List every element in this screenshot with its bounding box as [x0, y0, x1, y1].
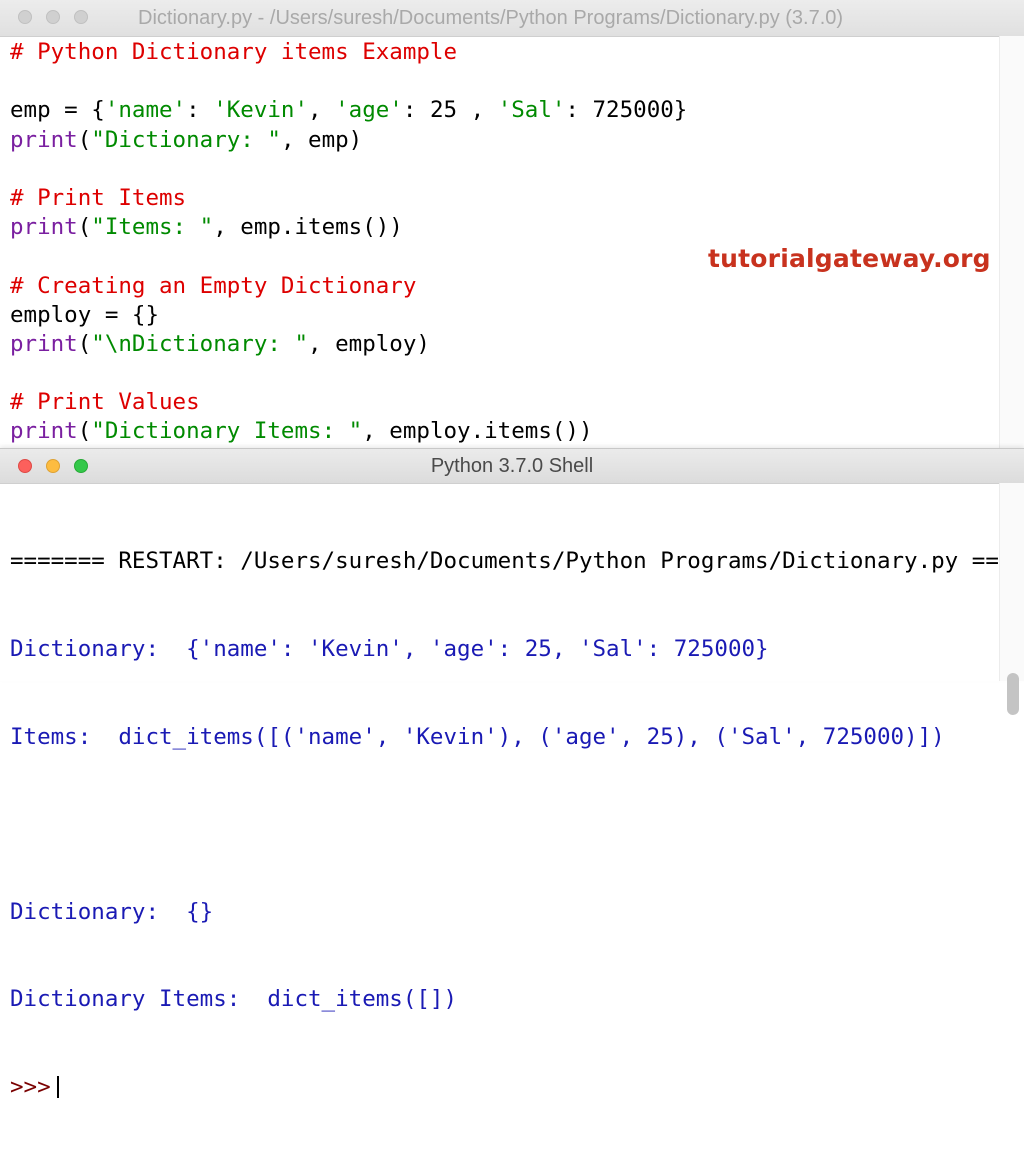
shell-scrollbar[interactable] — [999, 483, 1024, 715]
minimize-window-button[interactable] — [46, 10, 60, 24]
output-line: Dictionary Items: dict_items([]) — [10, 986, 458, 1013]
code-text: , emp.items()) — [213, 214, 403, 241]
code-text: emp = { — [10, 97, 105, 124]
shell-window: Python 3.7.0 Shell ======= RESTART: /Use… — [0, 448, 1024, 1100]
code-comment: # Creating an Empty Dictionary — [10, 272, 417, 299]
code-line: print("\nDictionary: ", employ) — [10, 330, 687, 359]
code-comment: # Print Items — [10, 184, 187, 211]
shell-titlebar: Python 3.7.0 Shell — [0, 449, 1024, 484]
code-keyword: print — [10, 126, 78, 153]
code-text: , employ) — [308, 330, 430, 357]
editor-titlebar: Dictionary.py - /Users/suresh/Documents/… — [0, 0, 1024, 37]
code-line: print("Dictionary Items: ", employ.items… — [10, 417, 687, 446]
code-comment: # Python Dictionary items Example — [10, 39, 458, 65]
code-line: print("Dictionary: ", emp) — [10, 126, 687, 155]
code-string: 'Kevin' — [213, 97, 309, 124]
code-line: # Print Items — [10, 184, 687, 213]
code-text: , employ.items()) — [362, 418, 593, 445]
editor-title: Dictionary.py - /Users/suresh/Documents/… — [138, 7, 844, 29]
output-line: Dictionary: {'name': 'Kevin', 'age': 25,… — [10, 636, 769, 662]
output-line: Dictionary: {} — [10, 898, 214, 925]
output-line: Items: dict_items([('name', 'Kevin'), ('… — [10, 723, 945, 750]
shell-title: Python 3.7.0 Shell — [430, 455, 594, 477]
code-text: : 725000} — [565, 97, 688, 124]
code-text: , emp) — [280, 126, 363, 153]
code-string: "\nDictionary: " — [91, 330, 309, 357]
code-text: ( — [77, 418, 92, 445]
code-string: 'name' — [104, 97, 187, 124]
code-string: 'Sal' — [497, 97, 566, 124]
code-line: # Print Values — [10, 388, 687, 417]
close-window-button[interactable] — [18, 10, 32, 24]
code-keyword: print — [10, 418, 78, 445]
code-text: : — [186, 97, 214, 124]
code-comment: # Print Values — [10, 389, 200, 416]
code-line: print("Items: ", emp.items()) — [10, 213, 687, 242]
zoom-window-button[interactable] — [74, 10, 88, 24]
restart-banner: ======= RESTART: /Users/suresh/Documents… — [10, 548, 1024, 575]
code-text: employ = {} — [10, 301, 160, 328]
code-line: # Python Dictionary items Example — [10, 38, 687, 67]
code-keyword: print — [10, 214, 78, 241]
editor-scrollbar[interactable] — [999, 36, 1024, 448]
shell-prompt: >>> — [10, 1073, 51, 1100]
text-cursor — [56, 1076, 59, 1099]
code-text: ( — [77, 214, 92, 241]
code-line: # Creating an Empty Dictionary — [10, 272, 687, 301]
code-keyword: print — [10, 330, 78, 357]
code-string: "Dictionary: " — [91, 126, 281, 153]
code-string: 'age' — [335, 97, 403, 124]
watermark-logo: tutorialgateway.org — [708, 244, 991, 273]
code-text: , — [308, 97, 336, 124]
code-line: emp = {'name': 'Kevin', 'age': 25 , 'Sal… — [10, 96, 687, 125]
code-text: : 25 , — [402, 97, 498, 124]
code-editor[interactable]: # Python Dictionary items Example emp = … — [10, 38, 687, 447]
code-line: employ = {} — [10, 301, 687, 330]
shell-output[interactable]: ======= RESTART: /Users/suresh/Documents… — [10, 489, 1024, 1161]
editor-window: Dictionary.py - /Users/suresh/Documents/… — [0, 0, 1024, 448]
scrollbar-thumb[interactable] — [1007, 673, 1019, 715]
code-text: ( — [77, 126, 92, 153]
code-text: ( — [77, 330, 92, 357]
code-string: "Dictionary Items: " — [91, 418, 363, 445]
code-string: "Items: " — [91, 214, 214, 241]
